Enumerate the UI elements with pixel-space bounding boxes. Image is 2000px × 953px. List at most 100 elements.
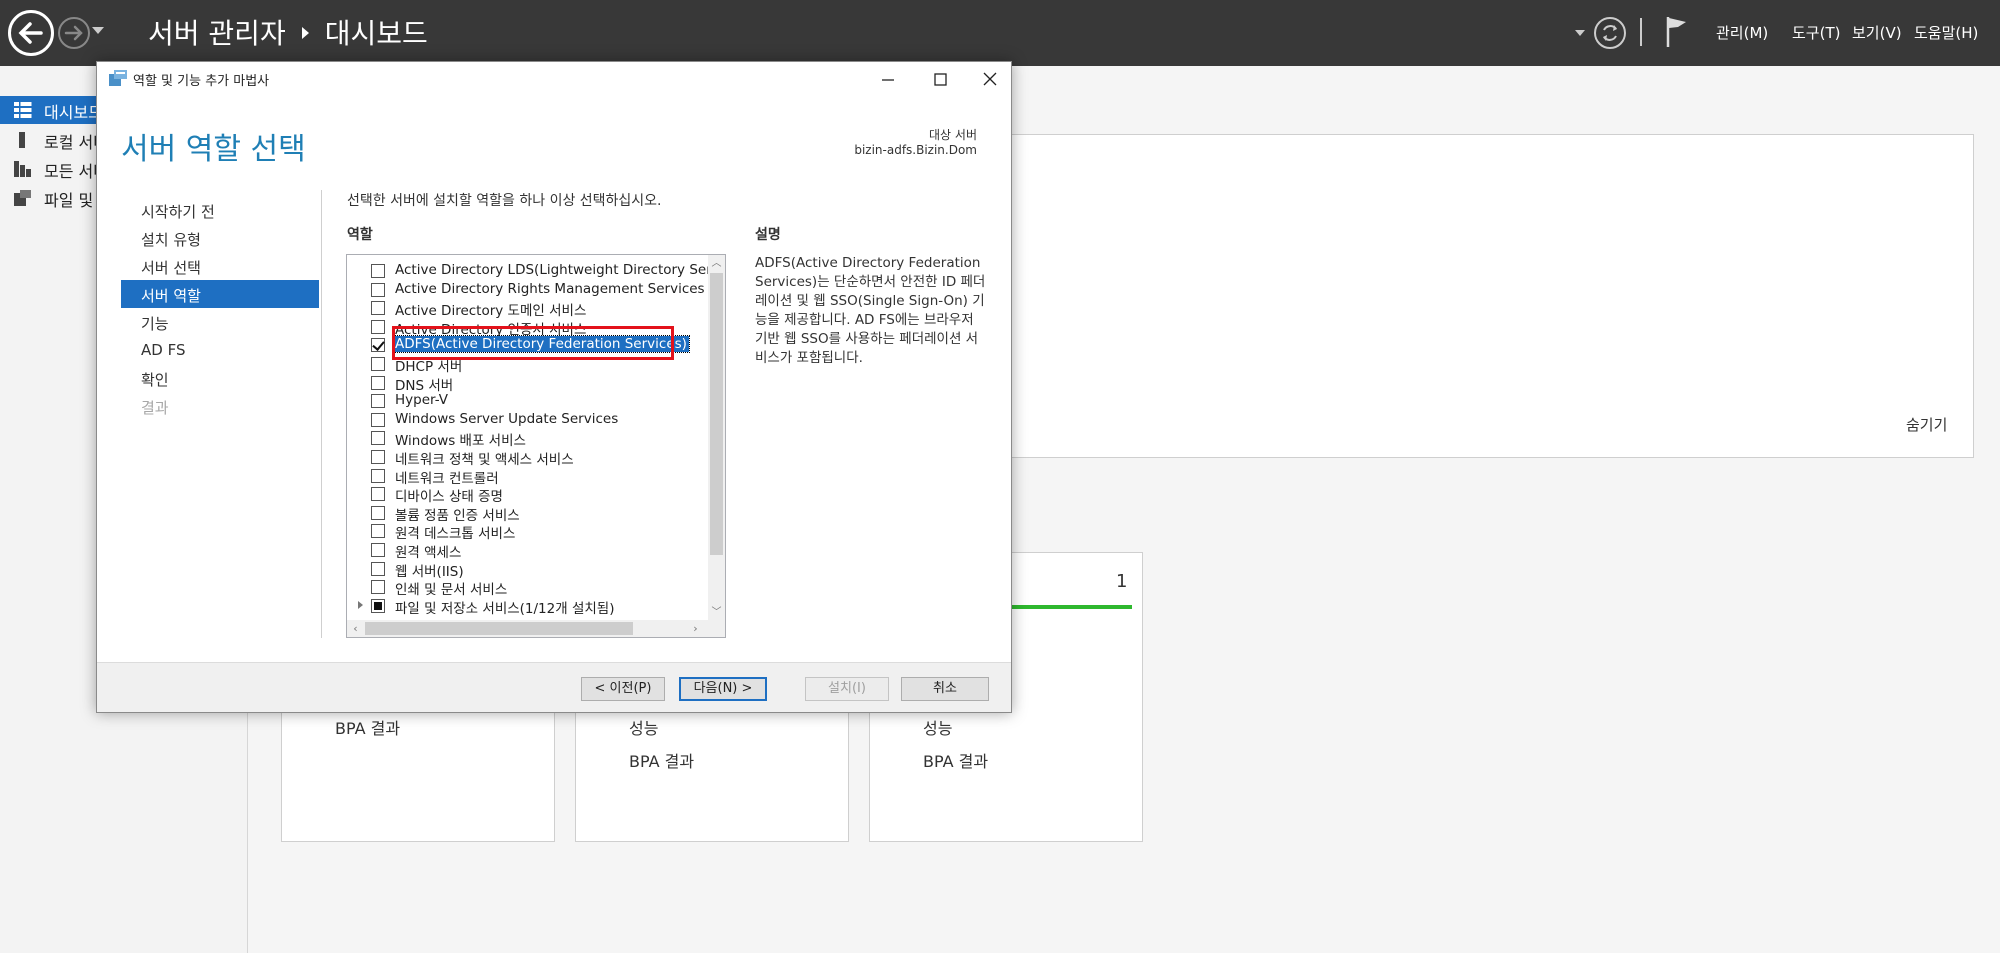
role-item[interactable]: 네트워크 컨트롤러 bbox=[347, 466, 703, 487]
server-icon bbox=[19, 132, 25, 148]
forward-arrow-icon bbox=[64, 25, 83, 41]
scroll-right-icon[interactable]: › bbox=[687, 620, 704, 637]
target-server-label: 대상 서버 bbox=[929, 128, 977, 142]
role-checkbox[interactable] bbox=[371, 561, 385, 576]
page-title: 서버 역할 선택 bbox=[121, 132, 306, 167]
dialog-titlebar[interactable]: 역할 및 기능 추가 마법사 bbox=[97, 62, 1011, 94]
maximize-button[interactable] bbox=[919, 66, 961, 92]
step-features[interactable]: 기능 bbox=[121, 308, 319, 336]
step-installation-type[interactable]: 설치 유형 bbox=[121, 224, 319, 252]
role-checkbox[interactable] bbox=[371, 524, 385, 539]
role-label[interactable]: 파일 및 저장소 서비스(1/12개 설치됨) bbox=[395, 597, 614, 617]
menu-view[interactable]: 보기(V) bbox=[1852, 22, 1902, 43]
step-ad-fs[interactable]: AD FS bbox=[121, 336, 319, 364]
breadcrumb: 서버 관리자 대시보드 bbox=[148, 12, 428, 52]
chevron-right-icon bbox=[301, 27, 309, 39]
role-checkbox[interactable] bbox=[371, 282, 385, 297]
hide-link[interactable]: 숨기기 bbox=[1906, 414, 1947, 435]
add-roles-wizard-dialog: 역할 및 기능 추가 마법사 서버 역할 선택 대상 서버 bizin-adfs… bbox=[96, 61, 1012, 713]
target-server-value: bizin-adfs.Bizin.Dom bbox=[854, 143, 977, 157]
role-item[interactable]: 네트워크 정책 및 액세스 서비스 bbox=[347, 447, 703, 468]
menu-help[interactable]: 도움말(H) bbox=[1914, 22, 1978, 43]
scrollbar-thumb[interactable] bbox=[710, 273, 723, 555]
role-checkbox[interactable] bbox=[371, 301, 385, 316]
cancel-button[interactable]: 취소 bbox=[901, 677, 989, 701]
role-item[interactable]: 웹 서버(IIS) bbox=[347, 559, 703, 580]
role-item[interactable]: DNS 서버 bbox=[347, 373, 703, 394]
role-item[interactable]: Active Directory 도메인 서비스 bbox=[347, 298, 703, 319]
tile-count[interactable]: 1 bbox=[1116, 571, 1127, 592]
role-label[interactable]: Windows Server Update Services bbox=[395, 411, 618, 427]
menu-tools[interactable]: 도구(T) bbox=[1792, 22, 1840, 43]
scroll-up-icon[interactable]: ︿ bbox=[708, 255, 725, 272]
role-checkbox[interactable] bbox=[371, 580, 385, 595]
tile-item[interactable]: BPA 결과 bbox=[923, 748, 988, 772]
step-server-selection[interactable]: 서버 선택 bbox=[121, 252, 319, 280]
role-checkbox-partial[interactable] bbox=[371, 598, 385, 613]
steps-divider bbox=[321, 190, 322, 638]
expand-triangle-icon[interactable] bbox=[358, 600, 363, 609]
role-checkbox[interactable] bbox=[371, 431, 385, 446]
role-checkbox[interactable] bbox=[371, 394, 385, 409]
role-label[interactable]: Active Directory Rights Management Servi… bbox=[395, 281, 705, 297]
step-before-you-begin[interactable]: 시작하기 전 bbox=[121, 196, 319, 224]
vertical-scrollbar[interactable]: ︿ ﹀ bbox=[708, 255, 725, 621]
tile-item[interactable]: BPA 결과 bbox=[629, 748, 694, 772]
tile-item[interactable]: BPA 결과 bbox=[335, 715, 400, 739]
role-item[interactable]: Hyper-V bbox=[347, 391, 703, 410]
role-item[interactable]: 디바이스 상태 증명 bbox=[347, 484, 703, 505]
role-checkbox[interactable] bbox=[371, 450, 385, 464]
menu-manage[interactable]: 관리(M) bbox=[1716, 22, 1768, 43]
tile-item[interactable]: 성능 bbox=[923, 715, 952, 739]
notifications-flag-icon[interactable] bbox=[1664, 15, 1690, 49]
scroll-left-icon[interactable]: ‹ bbox=[347, 620, 364, 637]
step-label: 서버 역할 bbox=[141, 287, 201, 305]
minimize-button[interactable] bbox=[867, 66, 909, 92]
role-item[interactable]: Windows Server Update Services bbox=[347, 410, 703, 429]
previous-button[interactable]: < 이전(P) bbox=[581, 677, 665, 701]
tile-item[interactable]: 성능 bbox=[629, 715, 658, 739]
role-item[interactable]: 볼륨 정품 인증 서비스 bbox=[347, 503, 703, 524]
role-checkbox[interactable] bbox=[371, 412, 385, 427]
refresh-button[interactable] bbox=[1594, 17, 1626, 49]
breadcrumb-root[interactable]: 서버 관리자 bbox=[148, 17, 286, 50]
role-item[interactable]: Active Directory LDS(Lightweight Directo… bbox=[347, 261, 725, 280]
back-button[interactable] bbox=[8, 10, 54, 56]
role-item[interactable]: Active Directory Rights Management Servi… bbox=[347, 280, 705, 299]
role-item[interactable]: 원격 액세스 bbox=[347, 540, 703, 561]
role-label[interactable]: Active Directory LDS(Lightweight Directo… bbox=[395, 262, 725, 278]
dashboard-icon bbox=[14, 102, 32, 118]
role-checkbox[interactable] bbox=[371, 468, 385, 483]
role-checkbox[interactable] bbox=[371, 264, 385, 278]
step-label: AD FS bbox=[141, 341, 186, 359]
dialog-footer: < 이전(P) 다음(N) > 설치(I) 취소 bbox=[97, 662, 1011, 712]
role-checkbox[interactable] bbox=[371, 505, 385, 520]
horizontal-scrollbar[interactable]: ‹ › bbox=[347, 620, 725, 637]
step-label: 결과 bbox=[141, 399, 169, 417]
step-confirmation[interactable]: 확인 bbox=[121, 364, 319, 392]
refresh-icon bbox=[1603, 25, 1617, 41]
sidebar-item-label: 대시보드 bbox=[44, 103, 103, 122]
role-checkbox[interactable] bbox=[371, 487, 385, 502]
role-checkbox[interactable] bbox=[371, 357, 385, 371]
dropdown-icon[interactable] bbox=[1575, 30, 1585, 36]
role-checkbox-checked[interactable] bbox=[371, 338, 385, 353]
role-label[interactable]: Hyper-V bbox=[395, 392, 448, 408]
role-item[interactable]: 원격 데스크톱 서비스 bbox=[347, 521, 703, 542]
step-results: 결과 bbox=[121, 392, 319, 420]
scroll-down-icon[interactable]: ﹀ bbox=[708, 604, 725, 621]
close-button[interactable] bbox=[969, 66, 1011, 92]
step-server-roles[interactable]: 서버 역할 bbox=[121, 280, 319, 308]
forward-button[interactable] bbox=[58, 17, 90, 49]
role-item[interactable]: Windows 배포 서비스 bbox=[347, 428, 703, 449]
role-checkbox[interactable] bbox=[371, 543, 385, 557]
scrollbar-thumb[interactable] bbox=[365, 622, 633, 635]
role-item[interactable]: 인쇄 및 문서 서비스 bbox=[347, 577, 703, 598]
history-dropdown-icon[interactable] bbox=[92, 27, 104, 34]
file-storage-icon bbox=[14, 190, 31, 206]
role-item-file-storage[interactable]: 파일 및 저장소 서비스(1/12개 설치됨) bbox=[347, 596, 703, 617]
roles-list[interactable]: Active Directory LDS(Lightweight Directo… bbox=[346, 254, 726, 638]
role-checkbox[interactable] bbox=[371, 375, 385, 390]
role-checkbox[interactable] bbox=[371, 319, 385, 334]
next-button[interactable]: 다음(N) > bbox=[679, 677, 767, 701]
